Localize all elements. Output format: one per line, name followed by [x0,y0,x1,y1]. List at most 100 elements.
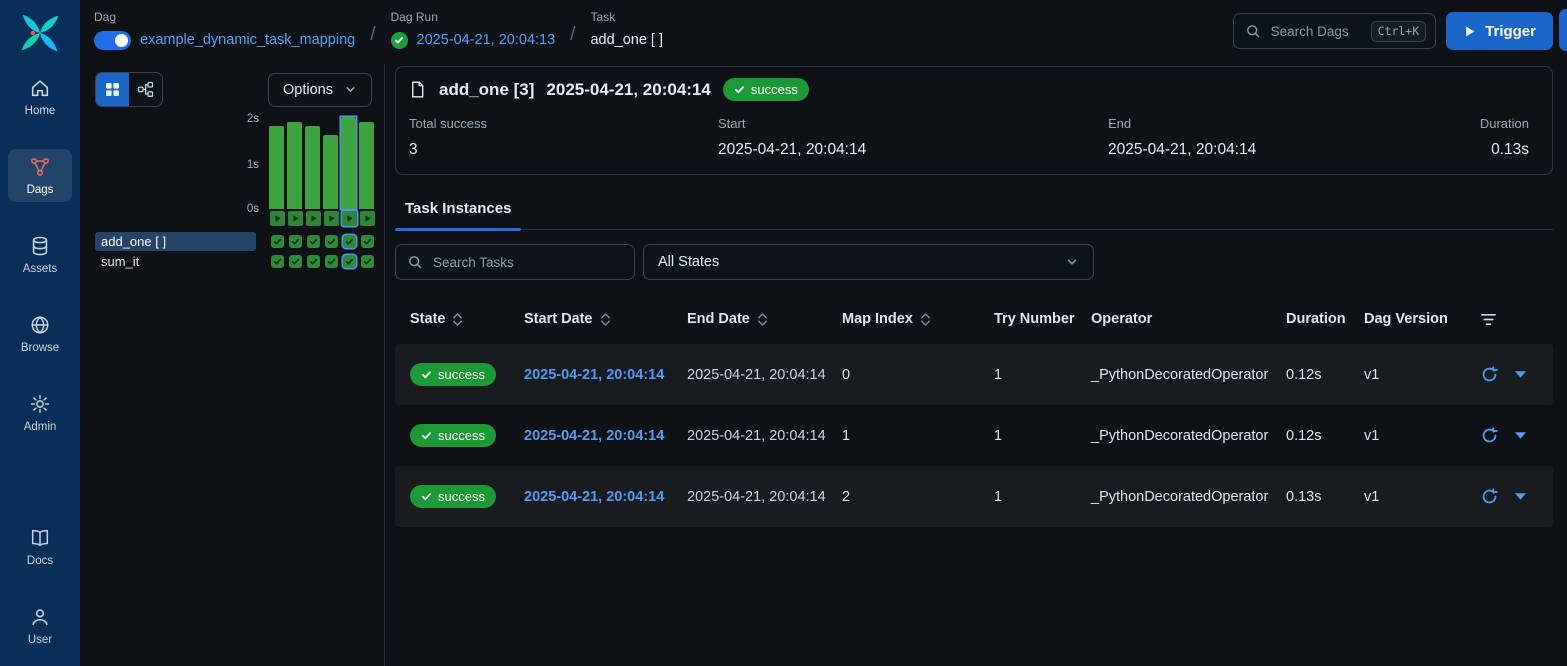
run-duration-bar[interactable] [323,135,338,209]
row-menu-caret-icon[interactable] [1515,432,1526,439]
run-state-tile[interactable] [360,211,375,226]
start-date-link[interactable]: 2025-04-21, 20:04:14 [524,367,664,383]
run-duration-bar[interactable] [305,126,320,209]
run-state-tile[interactable] [306,211,321,226]
task-instance-square[interactable] [307,255,320,268]
grid-view-button[interactable] [96,73,129,106]
dag-run-crumb-label: Dag Run [391,10,556,24]
tab-task-instances[interactable]: Task Instances [395,191,521,229]
column-header-end-date[interactable]: End Date [687,311,842,328]
row-status-badge: success [410,363,496,386]
rerun-icon[interactable] [1481,427,1498,444]
run-duration-bar[interactable] [341,117,356,209]
graph-view-icon [137,81,154,98]
task-instance-square[interactable] [361,255,374,268]
column-header-start-date[interactable]: Start Date [524,311,687,328]
task-instance-square[interactable] [271,255,284,268]
trigger-button[interactable]: Trigger [1446,12,1553,50]
main-column: Dag example_dynamic_task_mapping / Dag R… [80,0,1567,666]
sort-icon[interactable] [452,311,463,328]
column-header-try-number[interactable]: Try Number [994,311,1091,327]
run-duration-bar[interactable] [269,126,284,209]
task-instance-square[interactable] [307,235,320,248]
sidebar-nav-bottom: Docs User [8,520,72,656]
sidebar-item-home[interactable]: Home [8,70,72,123]
start-date-link[interactable]: 2025-04-21, 20:04:14 [524,428,664,444]
column-header-state[interactable]: State [410,311,524,328]
sidebar-item-assets[interactable]: Assets [8,228,72,281]
sort-icon[interactable] [600,311,611,328]
sidebar-item-label: Assets [23,263,58,275]
task-instance-row[interactable]: success2025-04-21, 20:04:142025-04-21, 2… [395,344,1553,405]
task-search-input[interactable] [431,254,591,271]
dag-run-link[interactable]: 2025-04-21, 20:04:13 [417,32,556,48]
sidebar-item-admin[interactable]: Admin [8,386,72,439]
duration-axis: 2s 1s 0s [95,117,269,209]
grid-task-name[interactable]: add_one [ ] [95,232,256,251]
task-crumb-value: add_one [ ] [590,32,663,48]
trigger-button-label: Trigger [1485,23,1536,40]
task-instance-square[interactable] [289,255,302,268]
graph-view-button[interactable] [129,73,162,106]
column-header-duration[interactable]: Duration [1286,311,1364,327]
run-state-tile[interactable] [270,211,285,226]
run-state-tile[interactable] [324,211,339,226]
dag-run-success-icon [391,32,408,49]
sidebar-item-label: User [28,634,52,646]
dag-name-link[interactable]: example_dynamic_task_mapping [140,32,355,48]
sidebar-nav-top: Home Dags Assets Browse Admin [8,70,72,439]
task-instance-square[interactable] [289,235,302,248]
grid-task-name[interactable]: sum_it [95,252,256,271]
operator-cell: _PythonDecoratedOperator [1091,367,1286,383]
state-filter-select[interactable]: All States [643,244,1094,280]
rerun-icon[interactable] [1481,488,1498,505]
dag-pause-toggle[interactable] [94,31,131,50]
sidebar-item-browse[interactable]: Browse [8,307,72,360]
column-header-operator[interactable]: Operator [1091,311,1286,327]
task-instance-square[interactable] [343,235,356,248]
run-bars [269,117,374,209]
run-state-tile[interactable] [288,211,303,226]
stat-total-success: Total success 3 [409,116,718,159]
start-date-link[interactable]: 2025-04-21, 20:04:14 [524,489,664,505]
home-icon [29,77,51,99]
sidebar-item-docs[interactable]: Docs [8,520,72,573]
row-menu-caret-icon[interactable] [1515,371,1526,378]
play-icon [1463,25,1476,38]
rerun-icon[interactable] [1481,366,1498,383]
options-button[interactable]: Options [268,73,372,107]
task-instance-square[interactable] [325,235,338,248]
column-header-dag-version[interactable]: Dag Version [1364,311,1464,327]
sidebar-item-dags[interactable]: Dags [8,149,72,202]
task-instance-square[interactable] [271,235,284,248]
run-duration-bar[interactable] [359,122,374,209]
run-state-tile[interactable] [342,211,357,226]
task-instance-row[interactable]: success2025-04-21, 20:04:142025-04-21, 2… [395,466,1553,527]
breadcrumb-dag: Dag example_dynamic_task_mapping [94,10,355,51]
sort-icon[interactable] [757,311,768,328]
task-instance-row[interactable]: success2025-04-21, 20:04:142025-04-21, 2… [395,405,1553,466]
column-header-map-index[interactable]: Map Index [842,311,994,328]
run-state-row [270,211,384,226]
dag-version-cell: v1 [1364,489,1464,505]
task-search-box[interactable] [395,244,635,280]
status-badge: success [723,78,809,101]
try-number-cell: 1 [994,367,1091,383]
grid-view-icon [104,81,121,98]
airflow-logo[interactable] [17,10,63,56]
offscreen-partial-button[interactable] [1559,9,1567,51]
sidebar-item-user[interactable]: User [8,599,72,652]
task-instance-square[interactable] [343,255,356,268]
dag-search-box[interactable]: Ctrl+K [1233,13,1437,49]
task-instance-square[interactable] [325,255,338,268]
dag-search-input[interactable] [1269,23,1363,40]
run-duration-bar[interactable] [287,122,302,209]
row-menu-caret-icon[interactable] [1515,493,1526,500]
task-instance-square[interactable] [361,235,374,248]
status-badge-label: success [751,82,798,97]
stat-start: Start 2025-04-21, 20:04:14 [718,116,1108,159]
filter-icon[interactable] [1480,312,1497,327]
app-root: Home Dags Assets Browse Admin Docs User Dag e… [0,0,1567,666]
airflow-pinwheel-icon [17,10,63,56]
sort-icon[interactable] [920,311,931,328]
